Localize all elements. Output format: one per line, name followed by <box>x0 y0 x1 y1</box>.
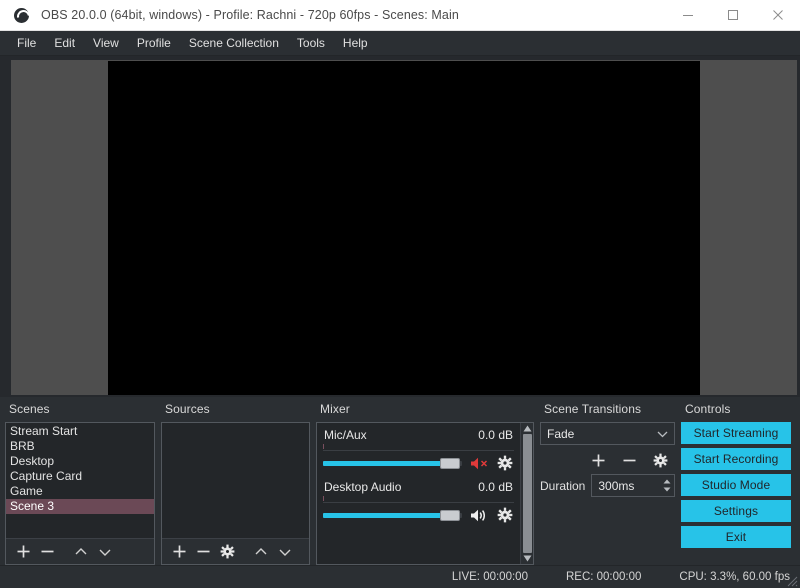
status-cpu: CPU: 3.3%, 60.00 fps <box>679 571 790 583</box>
channel-name: Desktop Audio <box>324 480 402 494</box>
maximize-icon[interactable] <box>710 0 755 30</box>
transitions-title: Scene Transitions <box>544 402 642 416</box>
duration-value: 300ms <box>598 478 635 493</box>
mixer-box: Mic/Aux 0.0 dB Desktop Audio 0.0 dB <box>316 422 534 565</box>
exit-button[interactable]: Exit <box>681 526 791 548</box>
volume-slider-handle[interactable] <box>440 509 461 521</box>
scrollbar-thumb[interactable] <box>522 434 532 553</box>
minus-icon[interactable] <box>618 450 640 470</box>
gear-icon[interactable] <box>216 542 238 562</box>
mixer-channel-desktop-audio: Desktop Audio 0.0 dB <box>323 479 514 528</box>
menu-bar: File Edit View Profile Scene Collection … <box>0 31 800 56</box>
vu-meter <box>323 444 514 451</box>
scenes-listbox[interactable]: Stream Start BRB Desktop Capture Card Ga… <box>5 422 155 565</box>
transitions-dock: Scene Transitions Fade Duration 300ms <box>537 397 678 565</box>
list-item-selected[interactable]: Scene 3 <box>6 499 154 514</box>
menu-edit[interactable]: Edit <box>45 33 84 53</box>
preview-canvas[interactable] <box>108 60 700 395</box>
plus-icon[interactable] <box>12 542 34 562</box>
mixer-channel-mic-aux: Mic/Aux 0.0 dB <box>323 427 514 476</box>
channel-db: 0.0 dB <box>478 428 513 442</box>
scenes-title: Scenes <box>9 402 50 416</box>
status-live: LIVE: 00:00:00 <box>451 571 528 583</box>
chevron-up-icon[interactable] <box>70 542 92 562</box>
studio-mode-button[interactable]: Studio Mode <box>681 474 791 496</box>
transition-selected-value: Fade <box>547 426 575 441</box>
transition-select[interactable]: Fade <box>540 422 675 445</box>
title-bar: OBS 20.0.0 (64bit, windows) - Profile: R… <box>0 0 800 31</box>
window-controls <box>665 0 800 30</box>
scroll-up-icon[interactable] <box>523 425 532 432</box>
mixer-title: Mixer <box>320 402 350 416</box>
mixer-dock: Mixer Mic/Aux 0.0 dB Desktop Audio 0.0 d… <box>313 397 537 565</box>
gear-icon[interactable] <box>496 454 514 472</box>
menu-tools[interactable]: Tools <box>288 33 334 53</box>
volume-slider[interactable] <box>323 457 462 469</box>
duration-label: Duration <box>540 478 586 493</box>
sources-title: Sources <box>165 402 210 416</box>
duration-row: Duration 300ms <box>540 474 675 497</box>
chevron-down-icon[interactable] <box>657 427 668 441</box>
obs-logo-icon <box>6 7 36 23</box>
channel-db: 0.0 dB <box>478 480 513 494</box>
controls-title: Controls <box>685 402 731 416</box>
stepper-down-icon <box>663 487 671 492</box>
preview-viewport[interactable] <box>11 60 797 395</box>
scenes-dock: Scenes Stream Start BRB Desktop Capture … <box>2 397 158 565</box>
list-item[interactable]: Stream Start <box>6 424 154 439</box>
scroll-down-icon[interactable] <box>523 555 532 562</box>
mixer-scrollbar[interactable] <box>520 423 533 564</box>
obs-main-window: OBS 20.0.0 (64bit, windows) - Profile: R… <box>0 0 800 588</box>
minimize-icon[interactable] <box>665 0 710 30</box>
menu-profile[interactable]: Profile <box>128 33 180 53</box>
channel-name: Mic/Aux <box>324 428 367 442</box>
preview-area <box>0 56 800 397</box>
window-title: OBS 20.0.0 (64bit, windows) - Profile: R… <box>41 8 459 22</box>
dock-row: Scenes Stream Start BRB Desktop Capture … <box>0 397 800 565</box>
list-item[interactable]: BRB <box>6 439 154 454</box>
chevron-down-icon[interactable] <box>94 542 116 562</box>
sources-dock: Sources <box>158 397 313 565</box>
minus-icon[interactable] <box>36 542 58 562</box>
resize-grip-icon[interactable] <box>784 573 798 587</box>
menu-file[interactable]: File <box>8 33 45 53</box>
menu-scene-collection[interactable]: Scene Collection <box>180 33 288 53</box>
gear-icon[interactable] <box>496 506 514 524</box>
plus-icon[interactable] <box>587 450 609 470</box>
speaker-muted-icon[interactable] <box>469 455 489 471</box>
scenes-toolbar <box>6 538 154 564</box>
list-item[interactable]: Game <box>6 484 154 499</box>
start-recording-button[interactable]: Start Recording <box>681 448 791 470</box>
sources-list[interactable] <box>162 423 309 538</box>
menu-help[interactable]: Help <box>334 33 377 53</box>
mixer-channels: Mic/Aux 0.0 dB Desktop Audio 0.0 dB <box>317 423 520 564</box>
start-streaming-button[interactable]: Start Streaming <box>681 422 791 444</box>
volume-slider-handle[interactable] <box>440 457 461 469</box>
gear-icon[interactable] <box>649 450 671 470</box>
chevron-down-icon[interactable] <box>274 542 296 562</box>
transitions-toolbar <box>540 445 675 474</box>
plus-icon[interactable] <box>168 542 190 562</box>
scenes-list[interactable]: Stream Start BRB Desktop Capture Card Ga… <box>6 423 154 538</box>
close-icon[interactable] <box>755 0 800 30</box>
stepper-up-icon <box>663 479 671 484</box>
status-bar: LIVE: 00:00:00 REC: 00:00:00 CPU: 3.3%, … <box>0 565 800 588</box>
chevron-up-icon[interactable] <box>250 542 272 562</box>
volume-slider[interactable] <box>323 509 462 521</box>
vu-meter <box>323 496 514 503</box>
menu-view[interactable]: View <box>84 33 128 53</box>
minus-icon[interactable] <box>192 542 214 562</box>
duration-stepper[interactable]: 300ms <box>591 474 675 497</box>
speaker-on-icon[interactable] <box>469 507 489 523</box>
sources-toolbar <box>162 538 309 564</box>
sources-listbox[interactable] <box>161 422 310 565</box>
stepper-buttons[interactable] <box>660 475 674 496</box>
list-item[interactable]: Capture Card <box>6 469 154 484</box>
controls-dock: Controls Start Streaming Start Recording… <box>678 397 798 565</box>
status-rec: REC: 00:00:00 <box>565 571 642 583</box>
list-item[interactable]: Desktop <box>6 454 154 469</box>
settings-button[interactable]: Settings <box>681 500 791 522</box>
